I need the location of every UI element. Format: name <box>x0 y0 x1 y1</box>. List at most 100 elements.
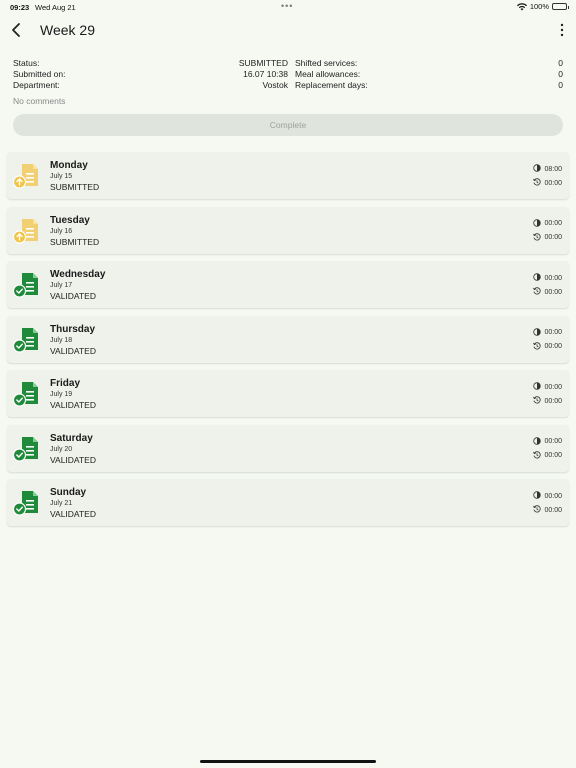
overtime-hours-value: 00:00 <box>544 506 562 514</box>
overtime-hours-value: 00:00 <box>544 397 562 405</box>
document-upload-icon <box>12 164 38 189</box>
overtime-hours: 00:00 <box>533 505 562 515</box>
worked-hours: 00:00 <box>533 436 562 447</box>
day-name: Tuesday <box>50 214 90 226</box>
day-name: Wednesday <box>50 269 106 280</box>
overtime-hours-value: 00:00 <box>544 452 562 459</box>
overtime-hours-value: 00:00 <box>544 343 562 350</box>
clock-icon <box>533 491 542 501</box>
meal-allowances-label: Meal allowances: <box>295 69 361 79</box>
status-label: Status: <box>13 58 40 68</box>
replacement-days-value: 0 <box>558 80 563 90</box>
worked-hours: 00:00 <box>533 382 562 392</box>
worked-hours-value: 08:00 <box>544 165 562 173</box>
worked-hours-value: 00:00 <box>544 383 562 391</box>
overtime-hours: 00:00 <box>533 396 562 406</box>
history-icon <box>533 341 542 352</box>
back-arrow-icon[interactable] <box>10 22 24 38</box>
meal-allowances-value: 0 <box>558 69 563 79</box>
shifted-services-label: Shifted services: <box>295 58 358 68</box>
day-date: July 21 <box>50 500 73 507</box>
day-name: Sunday <box>50 487 87 498</box>
submitted-on-label: Submitted on: <box>13 69 66 79</box>
page-title: Week 29 <box>40 22 95 38</box>
worked-hours-value: 00:00 <box>544 329 562 336</box>
day-status: VALIDATED <box>50 291 96 301</box>
document-check-icon <box>12 327 38 353</box>
worked-hours: 00:00 <box>533 218 562 229</box>
day-date: July 16 <box>50 227 73 235</box>
day-card-sunday[interactable]: Sunday July 21 VALIDATED 00:00 00:00 <box>7 479 569 526</box>
day-card-monday[interactable]: Monday July 15 SUBMITTED 08:00 00:00 <box>7 152 569 199</box>
overtime-hours-value: 00:00 <box>544 234 562 241</box>
status-date: Wed Aug 21 <box>35 3 76 12</box>
comments-text: No comments <box>13 96 66 106</box>
day-card-saturday[interactable]: Saturday July 20 VALIDATED 00:00 00:00 <box>7 424 569 472</box>
day-date: July 15 <box>50 173 73 180</box>
worked-hours-value: 00:00 <box>544 274 562 282</box>
status-time: 09:23 <box>10 3 30 12</box>
overtime-hours-value: 00:00 <box>544 288 562 296</box>
day-date: July 20 <box>50 445 73 453</box>
department-label: Department: <box>13 80 60 90</box>
document-check-icon <box>12 491 38 516</box>
overtime-hours-value: 00:00 <box>544 179 562 187</box>
clock-icon <box>533 218 542 229</box>
history-icon <box>533 178 542 188</box>
status-bar: 09:23 Wed Aug 21 ••• 100% <box>0 0 576 14</box>
document-check-icon <box>12 436 38 462</box>
history-icon <box>533 505 542 515</box>
day-card-tuesday[interactable]: Tuesday July 16 SUBMITTED 00:00 00:00 <box>7 206 569 254</box>
history-icon <box>533 232 542 243</box>
worked-hours-value: 00:00 <box>544 492 562 500</box>
day-status: VALIDATED <box>50 509 96 519</box>
history-icon <box>533 450 542 461</box>
battery-icon <box>552 3 569 10</box>
clock-icon <box>533 273 542 283</box>
worked-hours: 00:00 <box>533 273 562 283</box>
history-icon <box>533 396 542 406</box>
day-status: SUBMITTED <box>50 182 100 192</box>
day-name: Thursday <box>50 323 96 335</box>
clock-icon <box>533 436 542 447</box>
wifi-icon <box>516 2 527 10</box>
day-status: VALIDATED <box>50 454 96 465</box>
day-card-wednesday[interactable]: Wednesday July 17 VALIDATED 00:00 00:00 <box>7 261 569 308</box>
worked-hours-value: 00:00 <box>544 220 562 227</box>
day-card-thursday[interactable]: Thursday July 18 VALIDATED 00:00 00:00 <box>7 315 569 363</box>
history-icon <box>533 287 542 297</box>
worked-hours-value: 00:00 <box>544 438 562 445</box>
more-vertical-icon[interactable] <box>558 23 566 37</box>
complete-button[interactable]: Complete <box>13 114 563 136</box>
day-status: VALIDATED <box>50 345 96 356</box>
day-name: Monday <box>50 160 88 171</box>
header: Week 29 <box>0 14 576 48</box>
home-indicator[interactable] <box>200 760 376 763</box>
document-check-icon <box>12 382 38 407</box>
overtime-hours: 00:00 <box>533 341 562 352</box>
clock-icon <box>533 327 542 338</box>
day-card-friday[interactable]: Friday July 19 VALIDATED 00:00 00:00 <box>7 370 569 417</box>
status-value: SUBMITTED <box>238 58 288 68</box>
worked-hours: 00:00 <box>533 327 562 338</box>
day-name: Saturday <box>50 432 93 444</box>
replacement-days-label: Replacement days: <box>295 80 368 90</box>
document-upload-icon <box>12 218 38 244</box>
day-status: SUBMITTED <box>50 236 100 247</box>
overtime-hours: 00:00 <box>533 450 562 461</box>
day-date: July 18 <box>50 336 73 344</box>
clock-icon <box>533 164 542 174</box>
overtime-hours: 00:00 <box>533 232 562 243</box>
document-check-icon <box>12 273 38 298</box>
day-status: VALIDATED <box>50 400 96 410</box>
worked-hours: 00:00 <box>533 491 562 501</box>
multitasking-dots-icon[interactable]: ••• <box>281 1 293 11</box>
day-date: July 19 <box>50 391 73 398</box>
department-value: Vostok <box>262 80 288 90</box>
submitted-on-value: 16.07 10:38 <box>243 69 288 79</box>
day-date: July 17 <box>50 282 73 289</box>
overtime-hours: 00:00 <box>533 287 562 297</box>
shifted-services-value: 0 <box>558 58 563 68</box>
clock-icon <box>533 382 542 392</box>
overtime-hours: 00:00 <box>533 178 562 188</box>
